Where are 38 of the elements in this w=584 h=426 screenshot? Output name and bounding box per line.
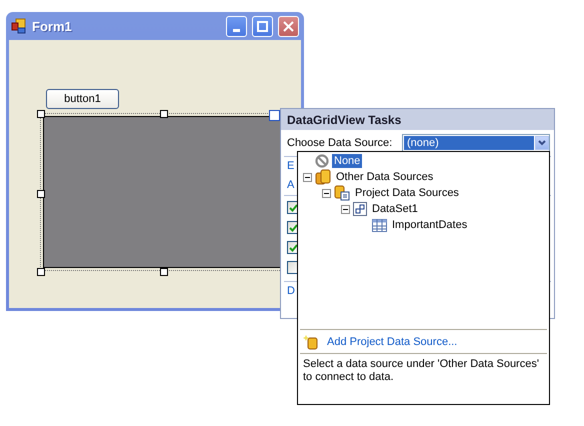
resize-handle[interactable] [160, 110, 168, 118]
collapse-icon[interactable] [303, 172, 312, 182]
minimize-icon [233, 28, 240, 32]
resize-handle[interactable] [37, 190, 45, 198]
close-icon [283, 20, 294, 32]
smart-tag-icon[interactable] [269, 110, 280, 121]
close-button[interactable] [278, 16, 299, 36]
field-label: Choose Data Source: [287, 137, 392, 149]
data-source-dropdown[interactable]: (none) [402, 134, 550, 152]
add-database-icon [303, 334, 319, 350]
window-title: Form1 [32, 18, 73, 34]
database-icon [315, 169, 331, 185]
form-button[interactable]: button1 [46, 89, 119, 109]
table-icon [372, 218, 387, 232]
task-link[interactable]: D [281, 282, 295, 301]
tree-item[interactable]: DataSet1 [370, 202, 420, 216]
task-link[interactable]: A [281, 176, 294, 195]
chevron-down-icon[interactable] [535, 136, 549, 150]
panel-title: DataGridView Tasks [281, 109, 554, 130]
resize-handle[interactable] [37, 110, 45, 118]
resize-handle[interactable] [37, 268, 45, 276]
maximize-icon [257, 20, 268, 32]
hint-text: Select a data source under 'Other Data Sources' to connect to data. [302, 357, 540, 385]
no-entry-icon [315, 154, 329, 168]
collapse-icon[interactable] [322, 188, 331, 198]
dataset-icon [353, 202, 367, 216]
add-data-source-link[interactable]: Add Project Data Source... [327, 336, 458, 348]
database-icon [334, 185, 350, 201]
tree-item[interactable]: Project Data Sources [353, 186, 461, 200]
tree-item[interactable]: Other Data Sources [334, 170, 436, 184]
form-icon [11, 18, 27, 34]
resize-handle[interactable] [160, 268, 168, 276]
collapse-icon[interactable] [341, 204, 350, 214]
tree-item[interactable]: ImportantDates [390, 218, 470, 232]
task-link[interactable]: E [281, 157, 294, 176]
tree-item[interactable]: None [332, 154, 362, 168]
minimize-button[interactable] [226, 16, 247, 36]
maximize-button[interactable] [252, 16, 273, 36]
